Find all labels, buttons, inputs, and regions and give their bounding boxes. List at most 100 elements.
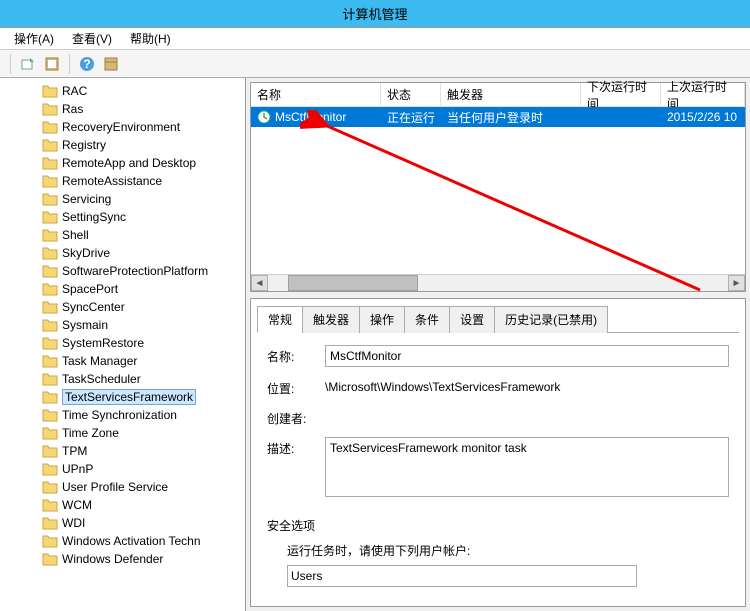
- tree-item[interactable]: RemoteAssistance: [0, 172, 245, 190]
- tree-item-label: Ras: [62, 102, 83, 116]
- tree-item[interactable]: Task Manager: [0, 352, 245, 370]
- tree-item[interactable]: SkyDrive: [0, 244, 245, 262]
- tree-item[interactable]: SpacePort: [0, 280, 245, 298]
- tree-item-label: SyncCenter: [62, 300, 125, 314]
- task-trigger: 当任何用户登录时: [441, 109, 581, 126]
- tree-item[interactable]: SettingSync: [0, 208, 245, 226]
- column-header-trigger[interactable]: 触发器: [441, 83, 581, 106]
- column-header-status[interactable]: 状态: [381, 83, 441, 106]
- tree-item-label: RecoveryEnvironment: [62, 120, 180, 134]
- tree-item[interactable]: Servicing: [0, 190, 245, 208]
- tree-item-label: TextServicesFramework: [62, 389, 196, 405]
- tree-item-label: Time Synchronization: [62, 408, 177, 422]
- task-name: MsCtfMonitor: [275, 110, 346, 124]
- run-as-label: 运行任务时，请使用下列用户帐户:: [287, 542, 729, 559]
- tree-item[interactable]: Shell: [0, 226, 245, 244]
- tab-triggers[interactable]: 触发器: [302, 306, 360, 333]
- tree-item[interactable]: RecoveryEnvironment: [0, 118, 245, 136]
- menu-help[interactable]: 帮助(H): [130, 30, 171, 47]
- window-title: 计算机管理: [342, 4, 407, 23]
- label-author: 创建者:: [267, 407, 317, 427]
- tree-item-label: WDI: [62, 516, 85, 530]
- users-field: Users: [287, 565, 637, 587]
- tree-item[interactable]: SyncCenter: [0, 298, 245, 316]
- tree-item[interactable]: UPnP: [0, 460, 245, 478]
- tree-item-label: Sysmain: [62, 318, 108, 332]
- menu-action[interactable]: 操作(A): [14, 30, 54, 47]
- tree-item[interactable]: WCM: [0, 496, 245, 514]
- tree-item[interactable]: TaskScheduler: [0, 370, 245, 388]
- tree-item-label: User Profile Service: [62, 480, 168, 494]
- tree-item-label: RAC: [62, 84, 87, 98]
- tree-item-label: SystemRestore: [62, 336, 144, 350]
- scroll-left-icon[interactable]: ◄: [251, 275, 268, 291]
- location-value: \Microsoft\Windows\TextServicesFramework: [325, 377, 560, 394]
- tree-item[interactable]: Windows Activation Techn: [0, 532, 245, 550]
- horizontal-scrollbar[interactable]: ◄ ►: [251, 274, 745, 291]
- task-detail-panel: 常规 触发器 操作 条件 设置 历史记录(已禁用) 名称: 位置: \Micro…: [250, 298, 746, 607]
- tree-item-label: Windows Activation Techn: [62, 534, 201, 548]
- tree-item[interactable]: Time Zone: [0, 424, 245, 442]
- tree-item[interactable]: TextServicesFramework: [0, 388, 245, 406]
- name-field[interactable]: [325, 345, 729, 367]
- tree-item-label: RemoteAssistance: [62, 174, 162, 188]
- tree-item-label: TaskScheduler: [62, 372, 141, 386]
- toolbar: ?: [0, 50, 750, 78]
- tree-item[interactable]: Sysmain: [0, 316, 245, 334]
- task-list: 名称 状态 触发器 下次运行时间 上次运行时间 MsCtfMonitor 正在运…: [250, 82, 746, 292]
- tree-item-label: Registry: [62, 138, 106, 152]
- tab-settings[interactable]: 设置: [449, 306, 495, 333]
- tree-item-label: Time Zone: [62, 426, 119, 440]
- tree-item[interactable]: RemoteApp and Desktop: [0, 154, 245, 172]
- column-header-name[interactable]: 名称: [251, 83, 381, 106]
- tree-item-label: Servicing: [62, 192, 111, 206]
- tree-item-label: SpacePort: [62, 282, 118, 296]
- security-section-label: 安全选项: [267, 517, 729, 534]
- column-header-last-run[interactable]: 上次运行时间: [661, 83, 745, 106]
- tree-item[interactable]: WDI: [0, 514, 245, 532]
- tree-item[interactable]: Registry: [0, 136, 245, 154]
- tab-conditions[interactable]: 条件: [404, 306, 450, 333]
- scroll-thumb[interactable]: [288, 275, 418, 291]
- column-header-next-run[interactable]: 下次运行时间: [581, 83, 661, 106]
- tree-item[interactable]: TPM: [0, 442, 245, 460]
- tree-item-label: Task Manager: [62, 354, 137, 368]
- tree-item-label: RemoteApp and Desktop: [62, 156, 196, 170]
- tree-item[interactable]: SoftwareProtectionPlatform: [0, 262, 245, 280]
- task-last-run: 2015/2/26 10: [661, 110, 745, 124]
- tree-item[interactable]: Time Synchronization: [0, 406, 245, 424]
- label-description: 描述:: [267, 437, 317, 457]
- menubar: 操作(A) 查看(V) 帮助(H): [0, 28, 750, 50]
- tree-item[interactable]: Windows Defender: [0, 550, 245, 568]
- tree-item-label: SkyDrive: [62, 246, 110, 260]
- tab-actions[interactable]: 操作: [359, 306, 405, 333]
- scroll-right-icon[interactable]: ►: [728, 275, 745, 291]
- clock-icon: [257, 110, 271, 124]
- window-titlebar: 计算机管理: [0, 0, 750, 28]
- description-field[interactable]: [325, 437, 729, 497]
- tree-item-label: UPnP: [62, 462, 93, 476]
- tree-item[interactable]: User Profile Service: [0, 478, 245, 496]
- panel-icon[interactable]: [100, 53, 122, 75]
- tree-item[interactable]: Ras: [0, 100, 245, 118]
- tree-item-label: SoftwareProtectionPlatform: [62, 264, 208, 278]
- tree-item[interactable]: RAC: [0, 82, 245, 100]
- export-icon[interactable]: [17, 53, 39, 75]
- task-row[interactable]: MsCtfMonitor 正在运行 当任何用户登录时 2015/2/26 10: [251, 107, 745, 127]
- toolbar-separator: [10, 54, 11, 74]
- label-name: 名称:: [267, 345, 317, 365]
- tree-item-label: TPM: [62, 444, 87, 458]
- tree-item[interactable]: SystemRestore: [0, 334, 245, 352]
- properties-icon[interactable]: [41, 53, 63, 75]
- tab-general[interactable]: 常规: [257, 306, 303, 333]
- tree-panel[interactable]: RAC Ras RecoveryEnvironment Registry RemoteA…: [0, 78, 246, 611]
- svg-text:?: ?: [83, 57, 90, 71]
- help-icon[interactable]: ?: [76, 53, 98, 75]
- menu-view[interactable]: 查看(V): [72, 30, 112, 47]
- tree-item-label: Shell: [62, 228, 89, 242]
- toolbar-separator: [69, 54, 70, 74]
- tree-item-label: Windows Defender: [62, 552, 163, 566]
- tab-history[interactable]: 历史记录(已禁用): [494, 306, 608, 333]
- tree-item-label: WCM: [62, 498, 92, 512]
- task-status: 正在运行: [381, 109, 441, 126]
